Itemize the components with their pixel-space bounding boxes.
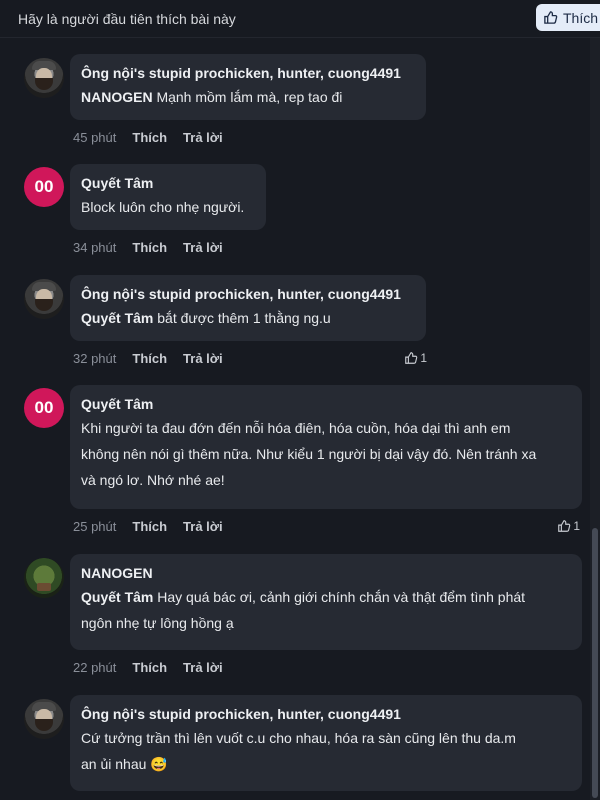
reaction-count[interactable]: 1 — [404, 351, 427, 365]
comment-like-link[interactable]: Thích — [132, 660, 167, 675]
avatar[interactable] — [24, 699, 64, 739]
comment-actions: 22 phút Thích Trả lời — [73, 660, 223, 675]
comment-bubble: Quyết Tâm Khi người ta đau đớn đến nỗi h… — [70, 385, 582, 509]
comment-author[interactable]: Quyết Tâm — [81, 395, 572, 413]
comment-feed: Ông nội's stupid prochicken, hunter, cuo… — [0, 38, 590, 800]
comment-author[interactable]: Quyết Tâm — [81, 174, 256, 192]
comment-text: NANOGEN Mạnh mồm lắm mà, rep tao đi — [81, 89, 343, 105]
avatar[interactable] — [24, 279, 64, 319]
mention[interactable]: Quyết Tâm — [81, 589, 153, 605]
comment-reply-link[interactable]: Trả lời — [183, 351, 223, 366]
comment-actions: 32 phút Thích Trả lời — [73, 351, 223, 366]
thumbs-up-icon — [544, 11, 558, 24]
comment-reply-link[interactable]: Trả lời — [183, 240, 223, 255]
comment-text: Cứ tưởng trần thì lên vuốt c.u cho nhau,… — [81, 730, 516, 772]
comment-text: Khi người ta đau đớn đến nỗi hóa điên, h… — [81, 420, 537, 488]
reaction-count[interactable]: 1 — [557, 519, 580, 533]
comment-text: Quyết Tâm Hay quá bác ơi, cảnh giới chín… — [81, 589, 526, 631]
avatar[interactable] — [24, 558, 64, 598]
thumbs-up-icon — [558, 520, 571, 532]
first-like-prompt: Hãy là người đầu tiên thích bài này — [18, 11, 236, 27]
comment-actions: 25 phút Thích Trả lời — [73, 519, 223, 534]
avatar[interactable]: 00 — [24, 167, 64, 207]
comment-like-link[interactable]: Thích — [132, 351, 167, 366]
like-button[interactable]: Thích — [536, 4, 600, 31]
comment-time[interactable]: 22 phút — [73, 660, 116, 675]
comment-like-link[interactable]: Thích — [132, 130, 167, 145]
avatar[interactable]: 00 — [24, 388, 64, 428]
comment-reply-link[interactable]: Trả lời — [183, 519, 223, 534]
comment-like-link[interactable]: Thích — [132, 240, 167, 255]
comment-like-link[interactable]: Thích — [132, 519, 167, 534]
comment-actions: 34 phút Thích Trả lời — [73, 240, 223, 255]
comment-time[interactable]: 25 phút — [73, 519, 116, 534]
comment-author[interactable]: Ông nội's stupid prochicken, hunter, cuo… — [81, 64, 416, 82]
avatar[interactable] — [24, 58, 64, 98]
comment-bubble: Ông nội's stupid prochicken, hunter, cuo… — [70, 695, 582, 791]
comment-time[interactable]: 45 phút — [73, 130, 116, 145]
mention[interactable]: Quyết Tâm — [81, 310, 153, 326]
comment-time[interactable]: 34 phút — [73, 240, 116, 255]
comment-bubble: Quyết Tâm Block luôn cho nhẹ người. — [70, 164, 266, 230]
scrollbar[interactable] — [590, 38, 600, 800]
reaction-bar: Hãy là người đầu tiên thích bài này Thíc… — [0, 0, 600, 38]
comment-bubble: Ông nội's stupid prochicken, hunter, cuo… — [70, 275, 426, 341]
comment-bubble: Ông nội's stupid prochicken, hunter, cuo… — [70, 54, 426, 120]
comment-text: Block luôn cho nhẹ người. — [81, 199, 245, 215]
comment-reply-link[interactable]: Trả lời — [183, 660, 223, 675]
comment-author[interactable]: Ông nội's stupid prochicken, hunter, cuo… — [81, 705, 572, 723]
thumbs-up-icon — [405, 352, 418, 364]
comment-text: Quyết Tâm bắt được thêm 1 thằng ng.u — [81, 310, 331, 326]
comment-author[interactable]: Ông nội's stupid prochicken, hunter, cuo… — [81, 285, 416, 303]
comment-actions: 45 phút Thích Trả lời — [73, 130, 223, 145]
comment-time[interactable]: 32 phút — [73, 351, 116, 366]
comment-reply-link[interactable]: Trả lời — [183, 130, 223, 145]
comment-bubble: NANOGEN Quyết Tâm Hay quá bác ơi, cảnh g… — [70, 554, 582, 650]
comment-author[interactable]: NANOGEN — [81, 564, 572, 582]
scrollbar-thumb[interactable] — [592, 528, 598, 798]
like-button-label: Thích — [563, 9, 599, 26]
mention[interactable]: NANOGEN — [81, 89, 153, 105]
